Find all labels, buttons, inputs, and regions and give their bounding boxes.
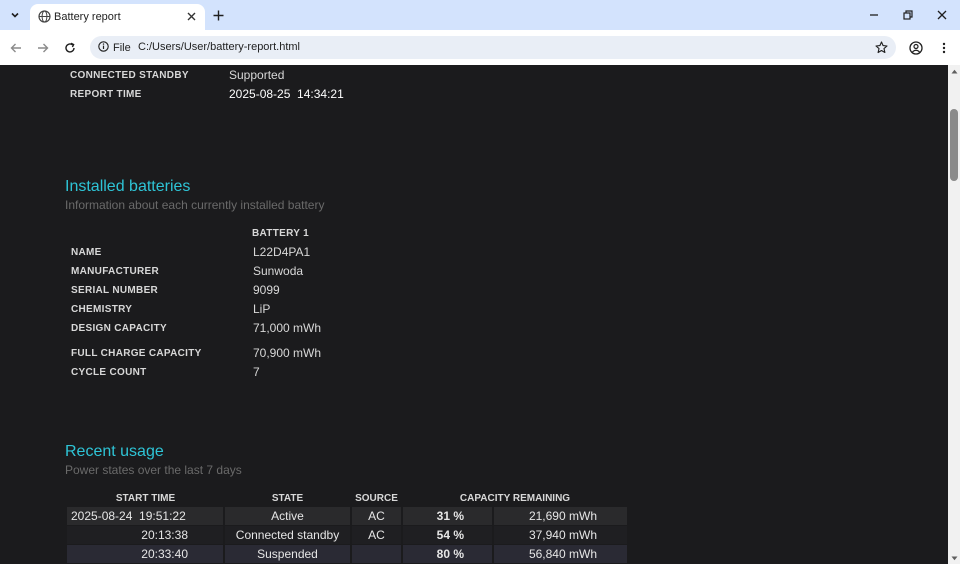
site-info-chip[interactable]: File	[94, 38, 137, 57]
scroll-up-arrow-icon[interactable]	[950, 67, 958, 75]
report-time-label: REPORT TIME	[70, 89, 142, 100]
page-scrollbar[interactable]	[948, 65, 960, 564]
address-bar[interactable]: File C:/Users/User/battery-report.html	[90, 36, 896, 59]
usage-mwh: 21,690 mWh	[494, 507, 627, 525]
usage-state: Connected standby	[225, 526, 350, 544]
source-header: SOURCE	[355, 493, 398, 504]
new-tab-plus-icon[interactable]	[210, 7, 227, 24]
battery-report-page: CONNECTED STANDBY Supported REPORT TIME …	[0, 65, 948, 564]
usage-start-time: 20:33:40	[67, 545, 223, 563]
tab-strip: Battery report	[0, 0, 960, 30]
design-capacity-label: DESIGN CAPACITY	[71, 323, 167, 334]
design-capacity-value: 71,000 mWh	[253, 321, 322, 335]
back-arrow-icon[interactable]	[6, 38, 26, 58]
chemistry-value: LiP	[253, 302, 271, 316]
bookmark-star-icon[interactable]	[872, 38, 890, 56]
scroll-down-arrow-icon[interactable]	[950, 554, 958, 562]
usage-mwh: 56,840 mWh	[494, 545, 627, 563]
info-icon	[98, 39, 109, 57]
tab-title: Battery report	[54, 11, 121, 23]
forward-arrow-icon[interactable]	[33, 38, 53, 58]
chemistry-label: CHEMISTRY	[71, 304, 133, 315]
usage-percent: 31 %	[403, 507, 492, 525]
cycle-count-value: 7	[253, 365, 260, 379]
scroll-thumb[interactable]	[950, 109, 958, 181]
restore-icon[interactable]	[898, 6, 918, 24]
full-charge-capacity-value: 70,900 mWh	[253, 346, 322, 360]
manufacturer-value: Sunwoda	[253, 264, 304, 278]
start-time-header: START TIME	[115, 493, 176, 504]
report-time-value: 2025-08-25 14:34:21	[229, 87, 344, 101]
connected-standby-value: Supported	[229, 68, 285, 82]
usage-start-time: 20:13:38	[67, 526, 223, 544]
usage-source: AC	[352, 526, 401, 544]
usage-mwh: 37,940 mWh	[494, 526, 627, 544]
full-charge-capacity-label: FULL CHARGE CAPACITY	[71, 348, 202, 359]
installed-batteries-subtitle: Information about each currently install…	[65, 198, 325, 212]
usage-source	[352, 545, 401, 563]
serial-number-label: SERIAL NUMBER	[71, 285, 159, 296]
usage-percent: 54 %	[403, 526, 492, 544]
connected-standby-label: CONNECTED STANDBY	[70, 70, 189, 81]
state-header: STATE	[271, 493, 304, 504]
kebab-menu-icon[interactable]	[934, 38, 954, 58]
usage-source: AC	[352, 507, 401, 525]
cycle-count-label: CYCLE COUNT	[71, 367, 147, 378]
usage-percent: 80 %	[403, 545, 492, 563]
url-text[interactable]: C:/Users/User/battery-report.html	[138, 41, 300, 53]
battery-name-value: L22D4PA1	[253, 245, 311, 259]
profile-avatar-icon[interactable]	[906, 38, 926, 58]
browser-toolbar: File C:/Users/User/battery-report.html	[0, 30, 960, 65]
serial-number-value: 9099	[253, 283, 280, 297]
close-window-icon[interactable]	[932, 6, 952, 24]
usage-state: Suspended	[225, 545, 350, 563]
recent-usage-subtitle: Power states over the last 7 days	[65, 463, 242, 477]
close-tab-icon[interactable]	[184, 9, 199, 24]
tab-search-chevron-icon[interactable]	[6, 6, 24, 24]
battery-1-column-header: BATTERY 1	[252, 228, 309, 239]
capacity-remaining-header: CAPACITY REMAINING	[459, 493, 571, 504]
installed-batteries-heading: Installed batteries	[65, 178, 191, 195]
site-chip-label: File	[113, 41, 131, 54]
recent-usage-heading: Recent usage	[65, 443, 164, 460]
minimize-icon[interactable]	[864, 6, 884, 24]
usage-start-time: 2025-08-24 19:51:22	[67, 507, 223, 525]
tab-battery-report[interactable]: Battery report	[30, 4, 205, 30]
usage-state: Active	[225, 507, 350, 525]
globe-icon	[38, 10, 51, 23]
battery-name-label: NAME	[71, 247, 102, 258]
manufacturer-label: MANUFACTURER	[71, 266, 160, 277]
reload-icon[interactable]	[60, 38, 80, 58]
